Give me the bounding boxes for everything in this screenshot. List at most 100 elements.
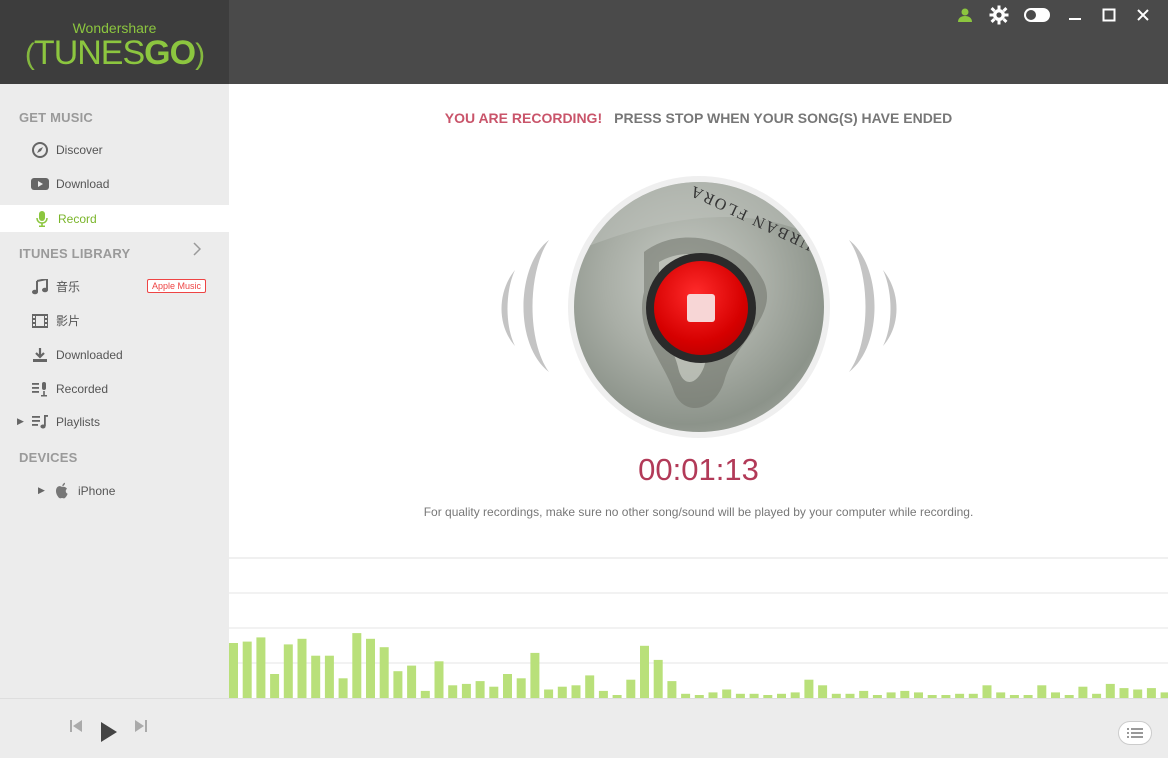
- viz-bar: [366, 638, 375, 698]
- viz-bar: [667, 681, 677, 698]
- viz-bar: [229, 643, 238, 698]
- viz-bar: [1119, 688, 1129, 698]
- viz-bar: [311, 655, 321, 698]
- viz-bar: [297, 638, 307, 698]
- recording-timer: 00:01:13: [638, 452, 759, 487]
- viz-bar: [461, 683, 471, 698]
- viz-bar: [1146, 688, 1156, 698]
- viz-bar: [1037, 685, 1047, 698]
- viz-bar: [585, 675, 595, 698]
- sidebar-item-record[interactable]: Record: [0, 205, 229, 232]
- film-icon: [30, 313, 50, 329]
- expand-arrow-icon[interactable]: ▶: [17, 416, 24, 427]
- recording-message: YOU ARE RECORDING! PRESS STOP WHEN YOUR S…: [229, 110, 1168, 126]
- viz-bar: [420, 690, 430, 698]
- sidebar-item-discover[interactable]: Discover: [0, 136, 229, 163]
- audio-visualizer: [229, 557, 1168, 698]
- viz-bar: [283, 644, 293, 698]
- window-controls: [954, 4, 1154, 26]
- stop-button-ring: [646, 253, 756, 363]
- quality-note: For quality recordings, make sure no oth…: [423, 505, 974, 519]
- sound-wave-left-icon: [501, 240, 549, 372]
- music-note-icon: [30, 278, 50, 295]
- viz-bar: [982, 685, 992, 698]
- viz-bar: [448, 685, 458, 698]
- recorded-icon: [30, 381, 50, 397]
- sidebar-item-download[interactable]: Download: [0, 170, 229, 197]
- recording-instruction: PRESS STOP WHEN YOUR SONG(S) HAVE ENDED: [614, 110, 953, 126]
- stop-icon: [687, 294, 715, 322]
- sidebar-item-label: 影片: [56, 314, 81, 328]
- sidebar-item-music[interactable]: 音乐 Apple Music: [0, 273, 229, 300]
- chevron-right-icon[interactable]: [193, 242, 202, 261]
- logo-name-right: GO: [144, 34, 196, 72]
- user-icon[interactable]: [954, 4, 976, 26]
- sidebar-item-label: Record: [58, 211, 97, 226]
- viz-bar: [434, 661, 444, 698]
- player-bar: [0, 698, 1168, 758]
- viz-bar: [379, 647, 389, 698]
- viz-bar: [516, 678, 526, 698]
- viz-bar: [256, 637, 266, 698]
- viz-bar: [804, 679, 814, 698]
- sidebar-item-downloaded[interactable]: Downloaded: [0, 341, 229, 368]
- viz-bar: [557, 686, 567, 698]
- sidebar-item-recorded[interactable]: Recorded: [0, 375, 229, 402]
- viz-bar: [900, 690, 910, 698]
- logo-name-left: TUNES: [33, 34, 145, 72]
- download-icon: [30, 347, 50, 363]
- viz-bar: [489, 686, 499, 698]
- sidebar: GET MUSIC Discover Download Record ITUNE…: [0, 84, 229, 698]
- viz-bar: [626, 679, 636, 698]
- gear-icon[interactable]: [988, 4, 1010, 26]
- play-button[interactable]: [100, 721, 118, 748]
- record-panel: YOU ARE RECORDING! PRESS STOP WHEN YOUR S…: [229, 84, 1168, 698]
- app-window: Wondershare (TUNESGO) GET MUSIC Discover…: [0, 0, 1168, 758]
- viz-bar: [544, 689, 554, 698]
- viz-bar: [338, 678, 348, 698]
- apple-music-badge: Apple Music: [146, 279, 206, 293]
- viz-bar: [475, 681, 485, 698]
- section-itunes-library: ITUNES LIBRARY: [19, 246, 131, 261]
- sidebar-item-label: 音乐: [56, 280, 81, 294]
- album-disc: URBAN FLORA: [568, 176, 830, 438]
- logo: Wondershare (TUNESGO): [0, 0, 229, 84]
- viz-bar: [503, 674, 512, 698]
- viz-bar: [1133, 689, 1143, 698]
- stop-recording-button[interactable]: [654, 261, 748, 355]
- youtube-icon: [30, 176, 50, 192]
- viz-bar: [598, 690, 608, 698]
- toggle-icon[interactable]: [1022, 4, 1052, 26]
- previous-track-icon[interactable]: [69, 719, 83, 738]
- viz-bar: [1105, 683, 1115, 698]
- viz-bar: [640, 645, 649, 698]
- viz-bar: [270, 674, 280, 698]
- sidebar-item-label: Discover: [56, 142, 103, 157]
- viz-bar: [1078, 686, 1088, 698]
- viz-bar: [393, 671, 403, 698]
- viz-bar: [242, 641, 252, 698]
- expand-arrow-icon[interactable]: ▶: [38, 485, 45, 496]
- viz-bar: [571, 685, 581, 698]
- recording-warning: YOU ARE RECORDING!: [444, 110, 603, 126]
- next-track-icon[interactable]: [134, 719, 148, 738]
- viz-bar: [653, 659, 663, 698]
- sidebar-item-playlists[interactable]: ▶ Playlists: [0, 408, 229, 435]
- viz-bar: [530, 652, 540, 698]
- playlist-toggle-button[interactable]: [1118, 721, 1152, 745]
- section-devices: DEVICES: [19, 450, 78, 465]
- sidebar-item-iphone[interactable]: ▶ iPhone: [0, 477, 229, 504]
- viz-bar: [407, 665, 417, 698]
- viz-bars: [229, 633, 1168, 698]
- maximize-icon[interactable]: [1098, 4, 1120, 26]
- viz-bar: [324, 655, 334, 698]
- sidebar-item-label: Downloaded: [56, 347, 123, 362]
- viz-bar: [352, 633, 362, 698]
- playlist-icon: [30, 414, 50, 430]
- list-icon: [1127, 728, 1143, 738]
- close-icon[interactable]: [1132, 4, 1154, 26]
- sidebar-item-label: iPhone: [78, 483, 116, 498]
- minimize-icon[interactable]: [1064, 4, 1086, 26]
- sidebar-item-movies[interactable]: 影片: [0, 307, 229, 334]
- viz-bar: [722, 689, 732, 698]
